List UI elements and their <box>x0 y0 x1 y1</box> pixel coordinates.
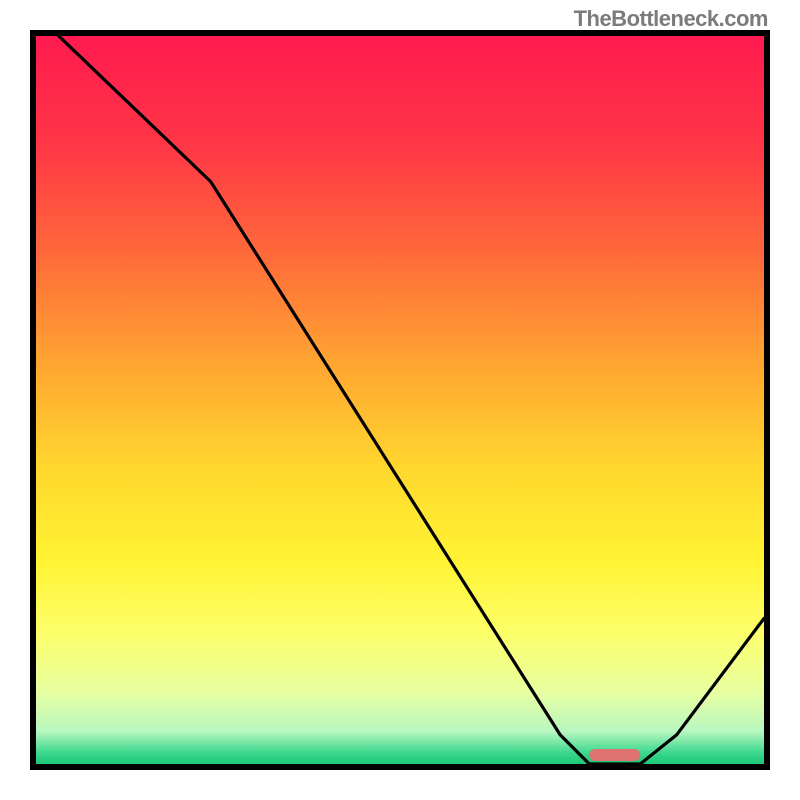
optimum-marker <box>589 749 640 761</box>
chart-container: TheBottleneck.com <box>0 0 800 800</box>
chart-svg <box>36 36 764 764</box>
optimum-marker-layer <box>589 749 640 761</box>
chart-plot-area <box>30 30 770 770</box>
watermark-label: TheBottleneck.com <box>574 6 768 32</box>
gradient-background <box>36 36 764 764</box>
